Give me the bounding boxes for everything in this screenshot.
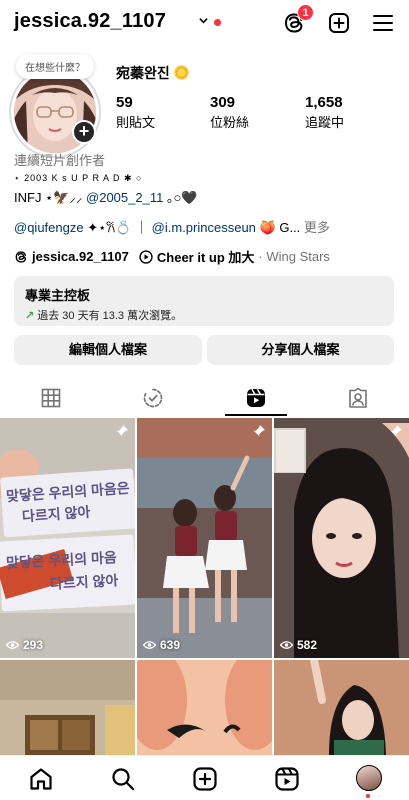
- threads-icon: [15, 250, 27, 263]
- stat-following-value: 1,658: [305, 94, 343, 111]
- bio-mention-link-2[interactable]: @i.m.princesseun: [152, 220, 256, 235]
- bio-line-1: ⋆ 2003 K s U P R A D ✱ ○: [14, 173, 143, 183]
- bio-line-2-prefix: INFJ ⋆🦅⸝⸝: [14, 190, 83, 205]
- bottom-navigation: [0, 755, 409, 800]
- view-count: 293: [6, 638, 43, 652]
- reel-thumbnail: [274, 660, 409, 755]
- edit-profile-button[interactable]: 編輯個人檔案: [14, 335, 202, 365]
- dashboard-title: 專業主控板: [25, 288, 91, 303]
- eye-icon: [6, 641, 19, 649]
- tab-tagged[interactable]: [307, 379, 409, 416]
- tab-reels[interactable]: [205, 379, 307, 416]
- view-count: 582: [280, 638, 317, 652]
- display-name-text: 宛蓁완진: [116, 65, 170, 81]
- stat-posts-value: 59: [116, 94, 133, 111]
- sunflower-icon: [173, 65, 189, 80]
- stat-posts-label: 則貼文: [116, 115, 156, 130]
- add-story-button[interactable]: +: [72, 120, 96, 144]
- bio-line-3: @qiufengze ✦⋆𐙚💍 ｜ @i.m.princesseun 🍑 G..…: [14, 219, 330, 236]
- bio-line-2: INFJ ⋆🦅⸝⸝ @2005_2_11 ｡○🖤: [14, 189, 198, 206]
- bio-line-2-suffix: ｡○🖤: [166, 190, 198, 205]
- reel-thumbnail: [137, 418, 272, 658]
- stat-following[interactable]: 1,658 追蹤中: [305, 94, 344, 131]
- profile-song-artist: · Wing Stars: [258, 249, 330, 264]
- reels-icon: [247, 388, 265, 407]
- reel-tile[interactable]: 582: [274, 418, 409, 658]
- dashboard-subtitle-text: 過去 30 天有 13.3 萬次瀏覽。: [37, 310, 183, 322]
- pinned-icon: [253, 425, 265, 437]
- chevron-down-icon[interactable]: [199, 16, 208, 25]
- reel-thumbnail: [274, 418, 409, 658]
- bio-more-link[interactable]: 更多: [304, 220, 330, 235]
- profile-song-link[interactable]: Cheer it up 加大: [157, 247, 255, 266]
- stat-following-label: 追蹤中: [305, 115, 345, 130]
- reels-nav-icon[interactable]: [274, 766, 300, 792]
- reel-thumbnail: [137, 660, 272, 755]
- eye-icon: [143, 641, 156, 649]
- tagged-user-icon: [349, 387, 367, 408]
- threads-profile-link[interactable]: jessica.92_1107: [32, 249, 129, 264]
- tab-grid[interactable]: [0, 379, 102, 416]
- stat-followers[interactable]: 309 位粉絲: [210, 94, 249, 131]
- view-count: 639: [143, 638, 180, 652]
- bio-category: 連續短片創作者: [14, 153, 106, 168]
- bio-links-row: jessica.92_1107 Cheer it up 加大 · Wing St…: [14, 247, 330, 266]
- reel-thumbnail: [0, 418, 135, 658]
- profile-tabs: [0, 379, 409, 416]
- view-count-value: 639: [160, 638, 181, 652]
- reel-tile[interactable]: [137, 660, 272, 755]
- bio-mention-link[interactable]: @2005_2_11: [86, 190, 163, 205]
- bio-line-3-mid: ✦⋆𐙚💍 ｜: [87, 220, 149, 235]
- stat-followers-label: 位粉絲: [210, 115, 250, 130]
- unread-dot: [214, 19, 221, 26]
- create-post-icon[interactable]: [327, 11, 351, 35]
- hamburger-menu-icon[interactable]: [371, 12, 395, 34]
- pinned-icon: [116, 425, 128, 437]
- tab-reposts[interactable]: [102, 379, 204, 416]
- reposts-icon: [143, 388, 163, 407]
- grid-icon: [41, 388, 61, 407]
- view-count-value: 582: [297, 638, 318, 652]
- eye-icon: [280, 641, 293, 649]
- pinned-icon: [390, 425, 402, 437]
- reel-tile[interactable]: 639: [137, 418, 272, 658]
- note-bubble[interactable]: 在想些什麼？: [16, 54, 94, 79]
- notification-badge: 1: [297, 4, 314, 21]
- bio-mention-link-1[interactable]: @qiufengze: [14, 220, 84, 235]
- bio-line-3-suffix: 🍑 G...: [259, 220, 301, 235]
- username-switcher[interactable]: jessica.92_1107: [14, 10, 166, 33]
- top-bar: jessica.92_1107 1: [0, 0, 409, 46]
- trend-up-icon: ↗: [25, 310, 35, 322]
- play-circle-icon: [139, 249, 153, 264]
- reel-thumbnail: [0, 660, 135, 755]
- display-name: 宛蓁완진: [116, 63, 189, 83]
- home-icon[interactable]: [28, 766, 54, 792]
- stat-posts[interactable]: 59 則貼文: [116, 94, 155, 131]
- reel-tile[interactable]: [274, 660, 409, 755]
- reels-grid: 맞닿은 우리의 마음은 다르지 않아 맞닿은 우리의 마음 다르지 않아 293: [0, 418, 409, 755]
- professional-dashboard[interactable]: 專業主控板 ↗ 過去 30 天有 13.3 萬次瀏覽。: [14, 276, 394, 326]
- reel-tile[interactable]: [0, 660, 135, 755]
- dashboard-subtitle: ↗ 過去 30 天有 13.3 萬次瀏覽。: [25, 307, 383, 323]
- reel-overlay-text: 다르지 않아: [49, 572, 119, 592]
- reel-tile[interactable]: 맞닿은 우리의 마음은 다르지 않아 맞닿은 우리의 마음 다르지 않아 293: [0, 418, 135, 658]
- stat-followers-value: 309: [210, 94, 236, 111]
- search-icon[interactable]: [110, 766, 136, 792]
- view-count-value: 293: [23, 638, 44, 652]
- profile-unread-dot: [366, 794, 370, 798]
- create-icon[interactable]: [192, 766, 218, 792]
- share-profile-button[interactable]: 分享個人檔案: [207, 335, 394, 365]
- profile-avatar-nav[interactable]: [356, 765, 382, 791]
- active-tab-indicator: [225, 414, 287, 416]
